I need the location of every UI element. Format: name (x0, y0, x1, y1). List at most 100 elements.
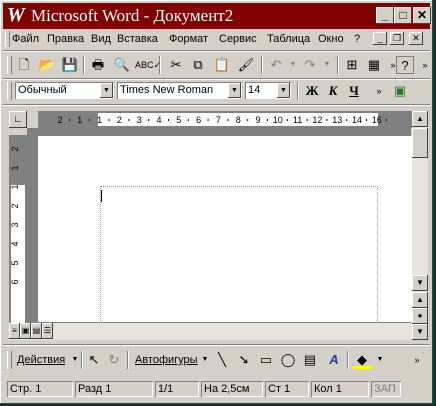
next-page-button[interactable]: ▼ (412, 324, 428, 340)
line-icon[interactable]: ╲ (213, 351, 231, 369)
more-buttons-icon[interactable]: » (370, 82, 388, 100)
save-icon[interactable]: 💾 (61, 56, 79, 74)
redo-dropdown-icon[interactable]: ▼ (318, 56, 336, 74)
chevron-down-icon[interactable]: ▼ (371, 351, 389, 369)
undo-dropdown-icon[interactable]: ▼ (284, 56, 302, 74)
previous-page-button[interactable]: ▲ (412, 292, 428, 308)
menu-insert[interactable]: Вставка (117, 33, 158, 45)
window-title: Microsoft Word - Документ2 (31, 6, 234, 25)
open-folder-icon[interactable]: 📂 (38, 56, 56, 74)
tab-selector[interactable]: ∟ (9, 111, 27, 128)
doc-close-button[interactable]: ✕ (409, 32, 423, 45)
chevron-down-icon[interactable]: ▼ (228, 83, 241, 98)
menu-tools[interactable]: Сервис (219, 33, 257, 45)
doc-restore-button[interactable]: ❐ (390, 32, 404, 45)
toolbar-separator (159, 56, 161, 74)
paste-icon[interactable]: 📋 (213, 56, 231, 74)
font-select[interactable]: Times New Roman ▼ (117, 82, 242, 99)
chevron-down-icon[interactable]: ▼ (100, 83, 113, 98)
doc-minimize-button[interactable]: _ (373, 32, 387, 45)
more-buttons-icon[interactable]: » (408, 351, 426, 369)
menu-format[interactable]: Формат (169, 33, 208, 45)
toolbar-separator (81, 351, 83, 369)
scroll-down-button[interactable]: ▼ (412, 275, 428, 291)
status-section-text: Разд 1 (78, 383, 112, 395)
style-select[interactable]: Обычный ▼ (15, 82, 114, 99)
toolbar-separator (261, 56, 263, 74)
horizontal-scrollbar[interactable]: ≡ ▣ ▤ ☰ (9, 323, 412, 340)
ruler-number: 7 (216, 115, 221, 125)
menu-edit[interactable]: Правка (47, 33, 84, 45)
style-value: Обычный (18, 84, 67, 96)
standard-toolbar: 🗋 📂 💾 🖶 🔍 ABC✓ ✂ ⧉ 📋 🖌 ↶ ▼ ↷ ▼ ⊞ ▦ » ? » (3, 53, 430, 78)
status-line-text: Ст 1 (268, 383, 291, 395)
outline-view-button[interactable]: ☰ (42, 323, 53, 339)
spelling-icon[interactable]: ABC✓ (135, 56, 161, 74)
text-box-icon[interactable]: ▤ (301, 351, 319, 369)
ruler-tick (88, 119, 90, 121)
text-cursor (101, 190, 102, 202)
format-painter-icon[interactable]: 🖌 (237, 56, 255, 74)
vertical-ruler[interactable]: 2 1 1 2 3 4 5 6 (9, 135, 27, 323)
office-assistant-icon[interactable]: ▣ (391, 82, 409, 100)
browse-object-button[interactable]: ● (412, 308, 428, 324)
status-record[interactable]: ЗАП (371, 381, 401, 397)
ruler-number: 6 (10, 279, 20, 284)
wordart-icon[interactable]: A (325, 351, 343, 369)
status-bar: Стр. 1 Разд 1 1/1 На 2,5см Ст 1 Кол 1 ЗА… (3, 379, 430, 399)
chevron-down-icon[interactable]: ▼ (277, 83, 290, 98)
insert-table-icon[interactable]: ▦ (365, 56, 383, 74)
tables-borders-icon[interactable]: ⊞ (343, 56, 361, 74)
web-view-button[interactable]: ▣ (20, 323, 31, 339)
toolbar-grip[interactable] (7, 56, 12, 74)
redo-icon[interactable]: ↷ (301, 56, 319, 74)
menu-view[interactable]: Вид (91, 33, 111, 45)
draw-actions-menu[interactable]: Действия (17, 354, 65, 366)
vertical-scrollbar[interactable]: ▲ ▼ ▲ ● ▼ (412, 111, 428, 340)
text-boundary (100, 186, 378, 337)
more-buttons-icon[interactable]: » (416, 56, 434, 74)
copy-icon[interactable]: ⧉ (189, 56, 207, 74)
menu-table[interactable]: Таблица (267, 33, 310, 45)
menu-grip[interactable] (5, 31, 10, 47)
arrow-icon[interactable]: ➘ (235, 351, 253, 369)
minimize-button[interactable]: _ (376, 7, 394, 24)
free-rotate-icon[interactable]: ↻ (105, 351, 123, 369)
menu-help[interactable]: ? (354, 33, 360, 45)
format-separator-line (3, 104, 430, 106)
bold-button[interactable]: Ж (303, 82, 321, 100)
oval-icon[interactable]: ◯ (279, 351, 297, 369)
close-button[interactable]: ✕ (413, 7, 431, 24)
toolbar-separator (83, 56, 85, 74)
menu-window[interactable]: Окно (318, 33, 344, 45)
menu-file[interactable]: Файл (12, 33, 39, 45)
new-document-icon[interactable]: 🗋 (15, 56, 33, 74)
ruler-tick (108, 119, 110, 121)
toolbar-grip[interactable] (7, 351, 12, 369)
horizontal-ruler[interactable]: 2 1 1 2 3 4 5 6 7 8 9 10 11 12 13 14 16 (38, 111, 412, 128)
italic-button[interactable]: К (324, 82, 342, 100)
ruler-ticks: 2 1 1 2 3 4 5 6 7 8 9 10 11 12 13 14 16 (57, 115, 387, 125)
autoshapes-menu[interactable]: Автофигуры (135, 354, 198, 366)
word-app-icon[interactable]: W (7, 5, 27, 25)
scroll-thumb[interactable] (412, 128, 428, 158)
print-layout-button[interactable]: ▤ (31, 323, 42, 339)
chevron-down-icon[interactable]: ▼ (196, 351, 214, 369)
title-bar[interactable]: W Microsoft Word - Документ2 _ □ ✕ (3, 3, 431, 29)
fill-color-icon[interactable]: ◆ (353, 351, 371, 369)
select-objects-icon[interactable]: ↖ (85, 351, 103, 369)
print-icon[interactable]: 🖶 (89, 56, 107, 74)
maximize-button[interactable]: □ (394, 7, 412, 24)
toolbar-grip[interactable] (7, 82, 12, 100)
normal-view-button[interactable]: ≡ (9, 323, 20, 339)
print-preview-icon[interactable]: 🔍 (113, 56, 131, 74)
formatting-toolbar: Обычный ▼ Times New Roman ▼ 14 ▼ Ж К Ч »… (3, 79, 430, 104)
ruler-tick (326, 119, 328, 121)
scroll-up-button[interactable]: ▲ (412, 111, 428, 127)
undo-icon[interactable]: ↶ (267, 56, 285, 74)
rectangle-icon[interactable]: ▭ (257, 351, 275, 369)
font-size-select[interactable]: 14 ▼ (245, 82, 291, 99)
cut-icon[interactable]: ✂ (167, 56, 185, 74)
help-icon[interactable]: ? (396, 56, 414, 74)
underline-button[interactable]: Ч (345, 82, 363, 100)
